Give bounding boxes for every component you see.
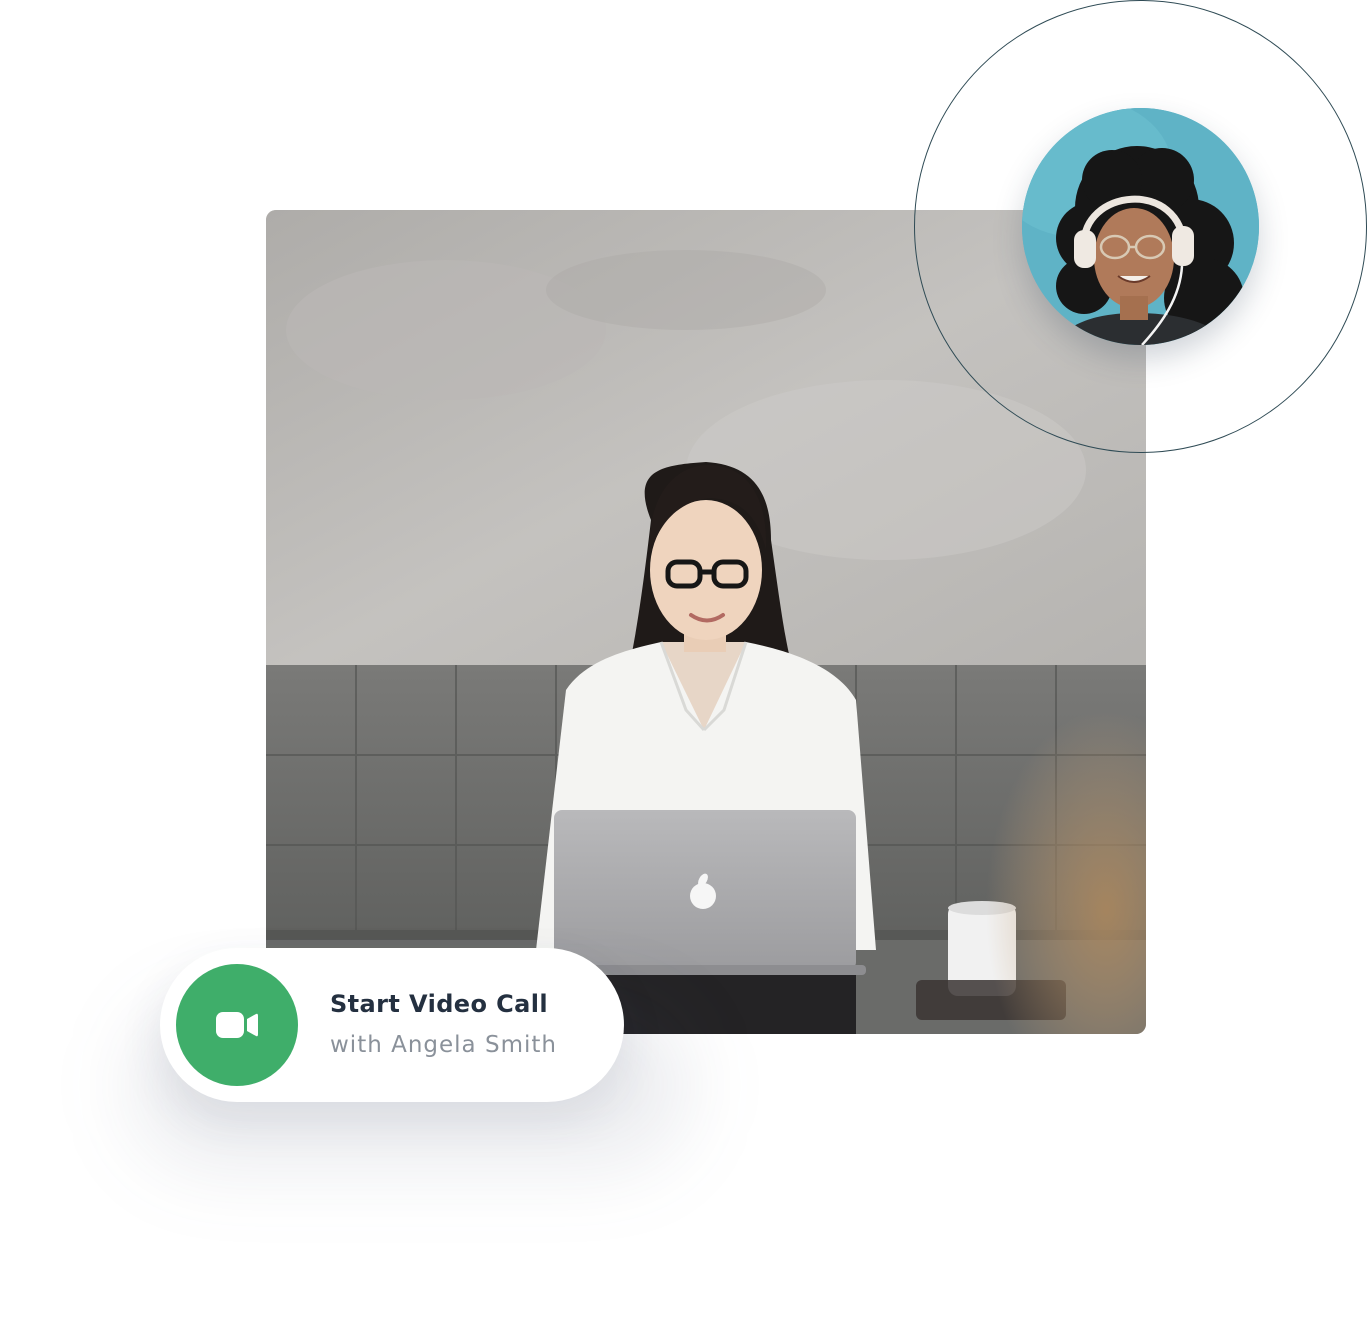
video-camera-icon (216, 1012, 258, 1038)
video-call-button[interactable] (176, 964, 298, 1086)
caller-avatar[interactable] (1022, 108, 1259, 345)
call-title: Start Video Call (330, 990, 548, 1018)
woman-with-headphones-illustration (1022, 108, 1259, 345)
call-subtitle: with Angela Smith (330, 1032, 557, 1058)
call-text: Start Video Call with Angela Smith (330, 988, 557, 1061)
start-video-call-card[interactable]: Start Video Call with Angela Smith (160, 948, 624, 1102)
